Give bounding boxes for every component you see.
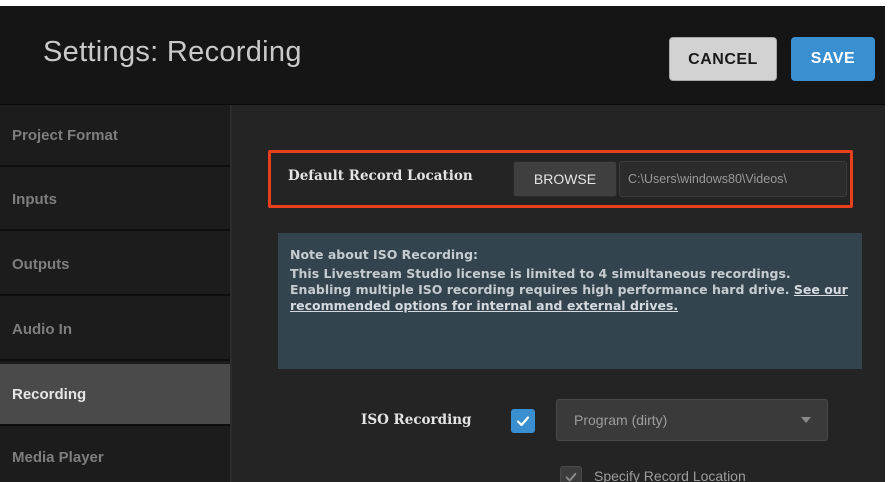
page-title: Settings: Recording [43, 36, 302, 68]
save-button[interactable]: SAVE [791, 37, 875, 81]
checkmark-icon [516, 416, 530, 427]
iso-source-select[interactable]: Program (dirty) [556, 399, 828, 441]
note-text: This Livestream Studio license is limite… [290, 266, 850, 314]
sidebar-item-label: Project Format [12, 126, 118, 144]
record-location-group: Default Record Location BROWSE C:\Users\… [268, 150, 853, 208]
header: Settings: Recording CANCEL SAVE [0, 6, 885, 105]
specify-location-label: Specify Record Location [594, 468, 746, 482]
note-heading: Note about ISO Recording: [290, 247, 479, 262]
sidebar-item-audio-in[interactable]: Audio In [0, 299, 230, 361]
specify-location-checkbox[interactable] [560, 466, 582, 482]
settings-content: Default Record Location BROWSE C:\Users\… [232, 105, 885, 482]
sidebar-item-label: Recording [12, 385, 87, 403]
caret-down-icon [801, 417, 811, 423]
sidebar-item-media-player[interactable]: Media Player [0, 427, 230, 482]
sidebar-item-recording[interactable]: Recording [0, 364, 230, 426]
sidebar-item-label: Outputs [12, 255, 70, 273]
note-body: This Livestream Studio license is limite… [290, 266, 794, 297]
record-path-field[interactable]: C:\Users\windows80\Videos\ [619, 161, 847, 197]
sidebar-item-label: Audio In [12, 320, 72, 338]
sidebar-item-label: Inputs [12, 190, 57, 208]
iso-note-panel: Note about ISO Recording: This Livestrea… [278, 233, 862, 369]
iso-recording-checkbox[interactable] [511, 409, 535, 433]
record-location-label: Default Record Location [288, 168, 473, 184]
sidebar-item-outputs[interactable]: Outputs [0, 234, 230, 296]
browse-button[interactable]: BROWSE [513, 161, 617, 197]
checkmark-icon [565, 472, 577, 482]
select-value: Program (dirty) [574, 412, 668, 428]
sidebar-item-project-format[interactable]: Project Format [0, 105, 230, 167]
iso-recording-label: ISO Recording [361, 412, 472, 428]
settings-window: Settings: Recording CANCEL SAVE Project … [0, 6, 885, 482]
sidebar-item-inputs[interactable]: Inputs [0, 169, 230, 231]
sidebar-item-label: Media Player [12, 448, 104, 466]
sidebar: Project Format Inputs Outputs Audio In R… [0, 105, 232, 482]
cancel-button[interactable]: CANCEL [669, 37, 777, 81]
